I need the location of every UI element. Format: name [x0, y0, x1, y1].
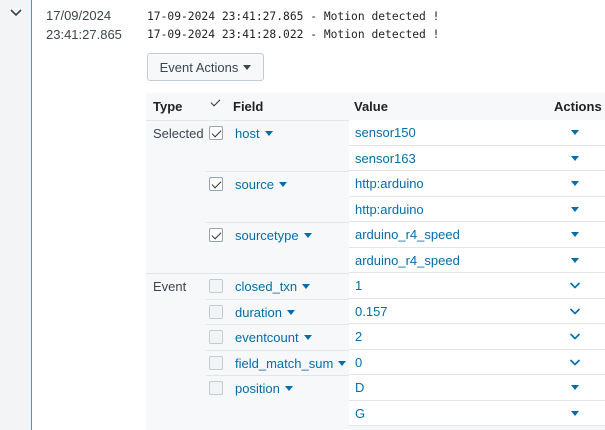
field-name-link[interactable]: field_match_sum [235, 355, 347, 372]
event-actions-button[interactable]: Event Actions [147, 53, 264, 81]
field-checkbox[interactable] [209, 228, 223, 242]
value-cell: sensor163 [349, 145, 605, 171]
caret-down-icon [303, 335, 312, 340]
event-time: 23:41:27.865 [46, 27, 122, 42]
value-cell: 0 [349, 349, 605, 375]
value-cell: http:arduino [349, 196, 605, 222]
value-cell: sensor150 [349, 120, 605, 146]
caret-down-icon [279, 182, 288, 187]
field-name: source [235, 177, 275, 192]
column-header-type: Type [153, 99, 183, 114]
chevron-down-icon[interactable] [569, 281, 581, 290]
field-value-link[interactable]: 2 [355, 329, 362, 345]
field-name: field_match_sum [235, 355, 334, 371]
column-header-actions: Actions [554, 99, 602, 114]
field-name-link[interactable]: host [235, 126, 273, 142]
caret-down-icon[interactable] [571, 155, 579, 161]
caret-down-icon [264, 131, 273, 136]
value-cell: 2 [349, 324, 605, 350]
column-header-value: Value [354, 99, 388, 114]
caret-down-icon[interactable] [571, 410, 579, 416]
event-time-column: 17/09/2024 23:41:27.865 [33, 0, 144, 430]
field-name-link[interactable]: position [235, 381, 293, 397]
field-name-link[interactable]: source [235, 177, 288, 193]
event-date: 17/09/2024 [46, 8, 112, 23]
value-cell: arduino_r4_speed [349, 222, 605, 248]
chevron-down-icon[interactable] [569, 358, 581, 367]
field-value-link[interactable]: 0 [355, 355, 362, 371]
field-name: closed_txn [235, 279, 298, 294]
field-name: duration [235, 304, 282, 320]
field-name-link[interactable]: closed_txn [235, 279, 311, 295]
field-checkbox[interactable] [209, 330, 223, 344]
field-checkbox[interactable] [209, 304, 223, 319]
column-header-field: Field [233, 99, 264, 114]
chevron-down-icon[interactable] [9, 8, 23, 18]
caret-down-icon[interactable] [571, 130, 579, 135]
chevron-down-icon[interactable] [569, 307, 581, 316]
field-name: sourcetype [235, 228, 299, 243]
value-cell: http:arduino [349, 171, 605, 197]
value-cell: 1 [349, 273, 605, 299]
field-checkbox[interactable] [209, 279, 223, 293]
field-value-link[interactable]: sensor150 [355, 125, 416, 141]
type-label-selected: Selected [153, 126, 204, 141]
field-value-link[interactable]: 1 [355, 278, 362, 294]
field-name-link[interactable]: duration [235, 305, 295, 321]
field-name: position [235, 381, 280, 396]
caret-down-icon[interactable] [571, 181, 579, 186]
caret-down-icon [284, 386, 293, 391]
type-label-event: Event [153, 279, 187, 294]
field-value-link[interactable]: sensor163 [355, 151, 416, 167]
field-checkbox[interactable] [209, 177, 223, 191]
field-value-link[interactable]: arduino_r4_speed [355, 253, 460, 269]
field-value-link[interactable]: D [355, 380, 364, 396]
caret-down-icon [286, 309, 295, 315]
value-cell: 0.157 [349, 298, 605, 324]
field-name: eventcount [235, 330, 299, 345]
caret-down-icon[interactable] [571, 232, 579, 237]
value-cell: D [349, 375, 605, 401]
caret-down-icon[interactable] [571, 385, 579, 390]
field-name-link[interactable]: sourcetype [235, 228, 312, 244]
checkmark-icon[interactable] [210, 97, 222, 109]
raw-event-line: 17-09-2024 23:41:27.865 - Motion detecte… [147, 10, 440, 23]
event-expand-gutter[interactable] [0, 0, 32, 430]
caret-down-icon [338, 360, 347, 366]
field-value-link[interactable]: G [355, 406, 365, 422]
field-name-link[interactable]: eventcount [235, 330, 312, 346]
caret-down-icon [303, 233, 312, 238]
field-value-link[interactable]: arduino_r4_speed [355, 227, 460, 243]
field-checkbox[interactable] [209, 355, 223, 370]
value-cell: arduino_r4_speed [349, 247, 605, 273]
field-checkbox[interactable] [209, 126, 223, 140]
chevron-down-icon[interactable] [569, 332, 581, 341]
field-name: host [235, 126, 260, 141]
value-cell: G [349, 400, 605, 426]
field-value-link[interactable]: 0.157 [355, 304, 388, 320]
caret-down-icon[interactable] [571, 257, 579, 263]
caret-down-icon [243, 64, 252, 70]
event-actions-label: Event Actions [159, 59, 239, 75]
field-checkbox[interactable] [209, 381, 223, 395]
caret-down-icon[interactable] [571, 206, 579, 212]
raw-event-line: 17-09-2024 23:41:28.022 - Motion detecte… [147, 28, 440, 41]
field-value-link[interactable]: http:arduino [355, 202, 424, 218]
caret-down-icon [302, 284, 311, 289]
field-value-link[interactable]: http:arduino [355, 176, 424, 192]
